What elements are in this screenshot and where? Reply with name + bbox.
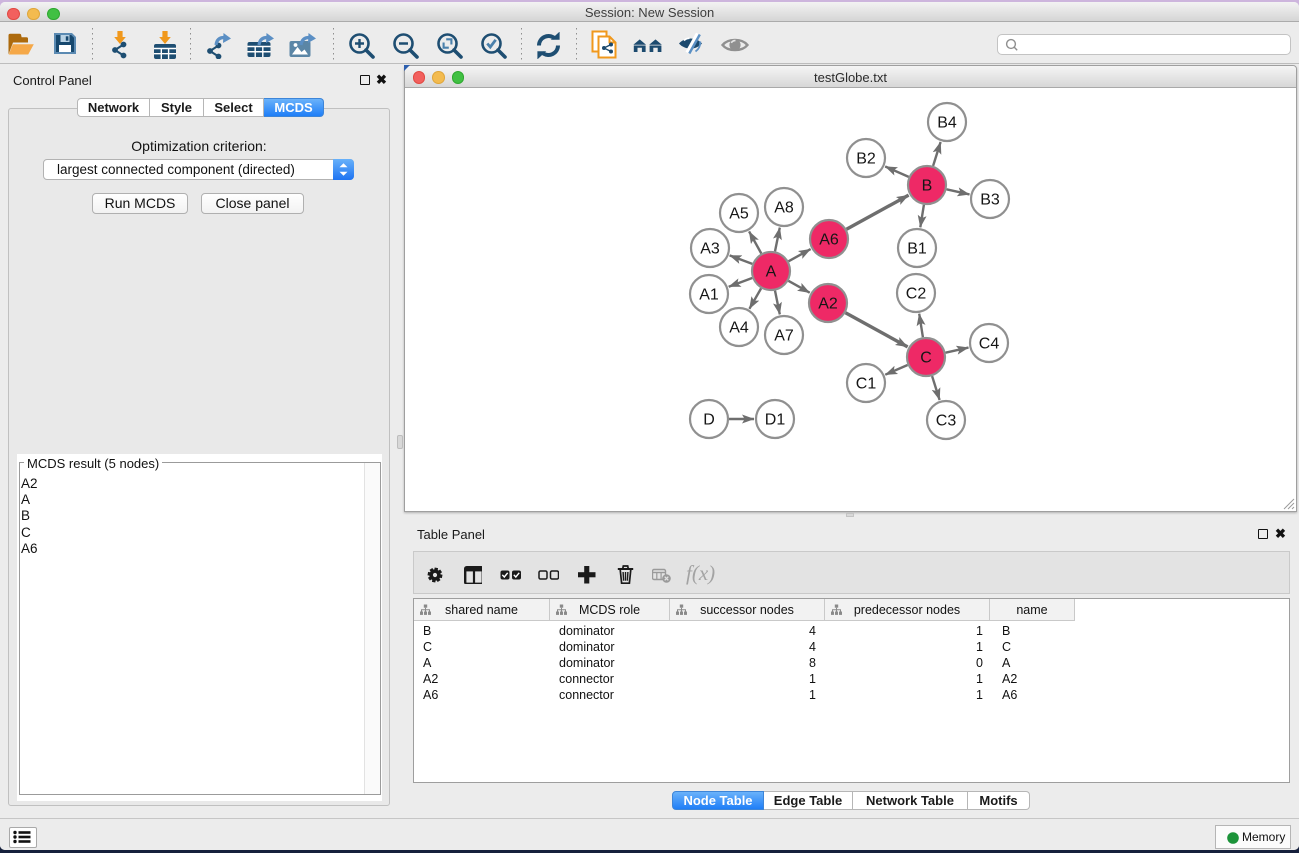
svg-text:A8: A8 [774,200,794,217]
svg-text:B: B [922,178,933,195]
svg-text:A: A [766,264,777,281]
svg-text:D: D [703,412,715,429]
svg-text:C1: C1 [856,376,877,393]
svg-text:A7: A7 [774,328,794,345]
svg-text:A2: A2 [818,296,838,313]
svg-text:C3: C3 [936,413,957,430]
svg-text:A1: A1 [699,287,719,304]
svg-text:B2: B2 [856,151,876,168]
svg-text:C4: C4 [979,336,1000,353]
svg-text:D1: D1 [765,412,786,429]
svg-text:A6: A6 [819,232,839,249]
svg-text:B3: B3 [980,192,1000,209]
svg-text:C: C [920,350,932,367]
svg-text:B1: B1 [907,241,927,258]
svg-text:A3: A3 [700,241,720,258]
svg-text:A4: A4 [729,320,749,337]
svg-text:B4: B4 [937,115,957,132]
svg-text:A5: A5 [729,206,749,223]
svg-text:C2: C2 [906,286,927,303]
